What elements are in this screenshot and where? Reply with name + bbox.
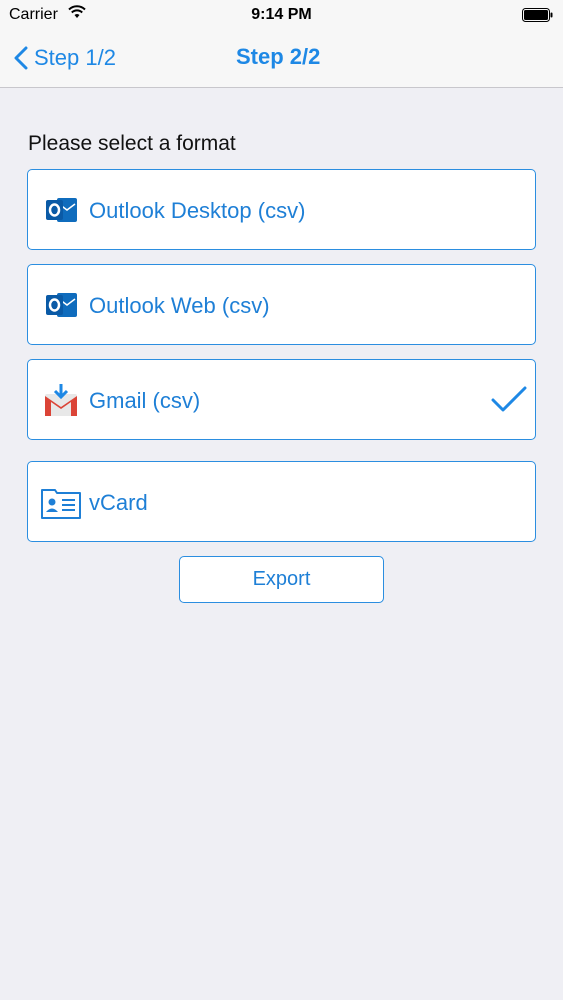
- option-gmail[interactable]: Gmail (csv): [27, 359, 536, 440]
- page-title: Step 2/2: [236, 44, 321, 69]
- gmail-icon: [45, 384, 77, 416]
- navigation-bar: Step 1/2 Step 2/2: [0, 30, 563, 88]
- option-outlook-web[interactable]: Outlook Web (csv): [27, 264, 536, 345]
- checkmark-icon: [491, 386, 527, 412]
- chevron-left-icon: [14, 46, 28, 70]
- clock: 9:14 PM: [251, 6, 312, 23]
- option-label: Outlook Web (csv): [89, 293, 270, 318]
- export-button[interactable]: Export: [179, 556, 384, 603]
- back-button[interactable]: Step 1/2: [14, 42, 116, 74]
- format-prompt: Please select a format: [28, 132, 236, 155]
- battery-icon: [522, 8, 553, 22]
- option-outlook-desktop[interactable]: Outlook Desktop (csv): [27, 169, 536, 250]
- back-label: Step 1/2: [34, 45, 116, 70]
- outlook-icon: [46, 198, 77, 222]
- option-label: Outlook Desktop (csv): [89, 198, 306, 223]
- option-label: Gmail (csv): [89, 388, 201, 413]
- option-label: vCard: [89, 490, 148, 515]
- vcard-icon: [41, 489, 81, 519]
- status-bar: Carrier 9:14 PM: [0, 0, 563, 30]
- outlook-icon: [46, 293, 77, 317]
- option-vcard[interactable]: vCard: [27, 461, 536, 542]
